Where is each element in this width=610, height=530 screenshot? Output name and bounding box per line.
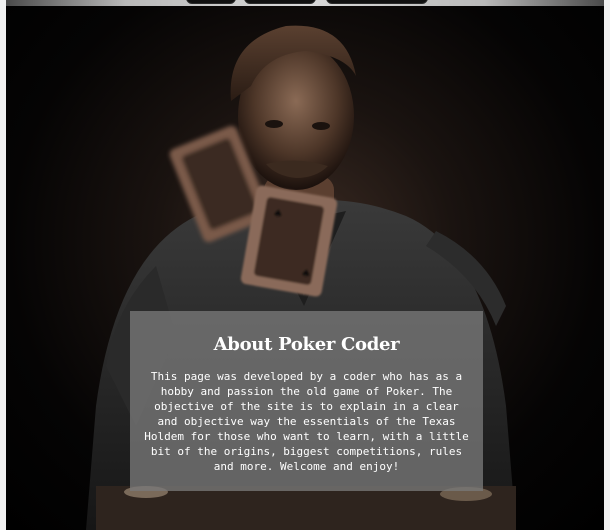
about-title: About Poker Coder [213,334,400,355]
about-panel: About Poker Coder This page was develope… [130,311,483,491]
flying-card-front: ♠ ♠ [240,185,338,297]
nav-tab-3[interactable] [326,0,428,4]
nav-tab-1[interactable] [186,0,236,4]
about-description: This page was developed by a coder who h… [144,370,469,473]
nav-tab-2[interactable] [244,0,316,4]
page-frame: ♠ ♠ About Poker Coder This page was deve… [6,0,604,530]
page-right-edge [604,0,610,530]
